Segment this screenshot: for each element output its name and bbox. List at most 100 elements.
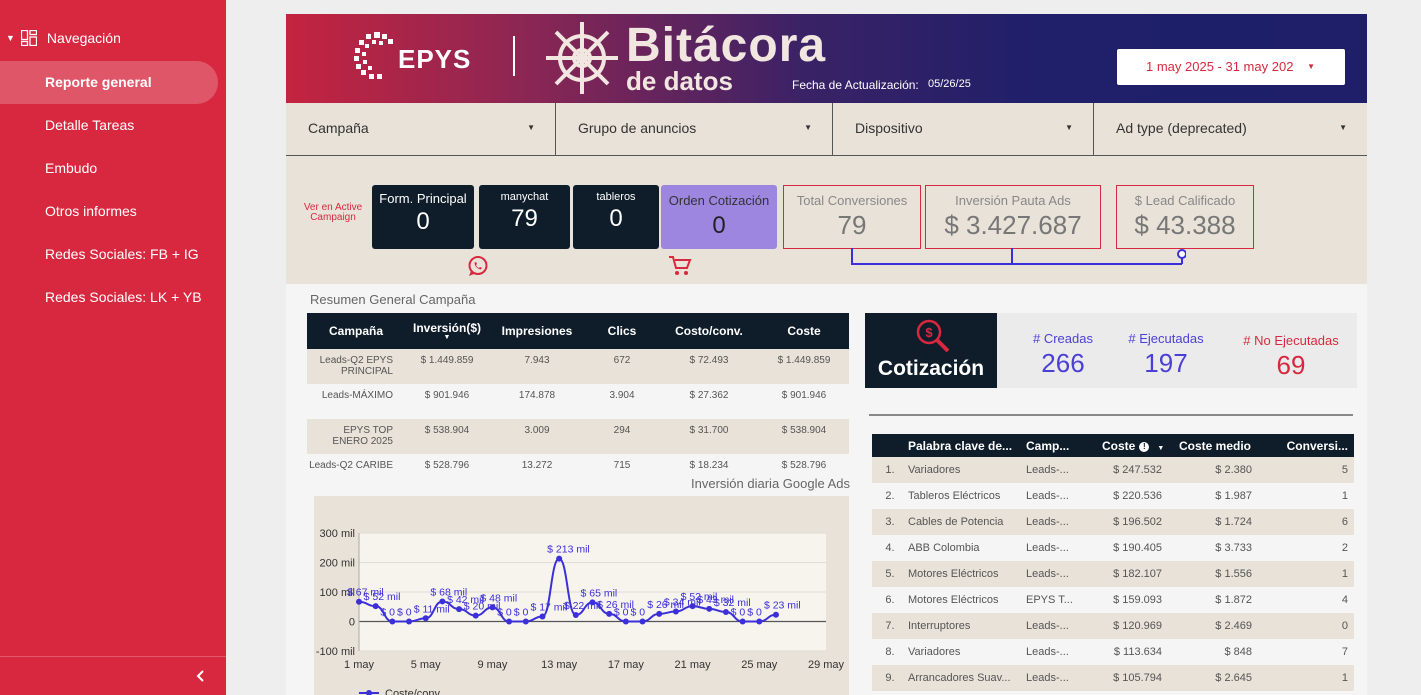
nav-item-embudo[interactable]: Embudo — [0, 147, 218, 190]
nav-item-otros-informes[interactable]: Otros informes — [0, 190, 218, 233]
cell: $ 538.904 — [405, 419, 489, 454]
cell-campaign: EPYS T... — [1022, 587, 1088, 613]
stat-label: # Creadas — [1033, 331, 1093, 346]
date-range-picker[interactable]: 1 may 2025 - 31 may 202 ▼ — [1117, 49, 1345, 85]
cell-cost: $ 113.634 — [1088, 639, 1168, 665]
col-header[interactable]: Costo/conv. — [659, 313, 759, 349]
col-header[interactable]: Impresiones — [489, 313, 585, 349]
cell: $ 901.946 — [405, 384, 489, 419]
filter-campana[interactable]: Campaña ▼ — [286, 103, 556, 156]
table-row: Leads-MÁXIMO $ 901.946 174.878 3.904 $ 2… — [307, 384, 849, 419]
col-header-sorted[interactable]: Inversión($) ▼ — [405, 313, 489, 349]
table-header-row: Palabra clave de... Camp... Coste! ▼ Cost… — [872, 434, 1354, 457]
cotizacion-header: $ Cotización — [865, 313, 997, 388]
campaign-summary-table: Campaña Inversión($) ▼ Impresiones Clics … — [307, 313, 849, 489]
stat-value: 69 — [1276, 350, 1306, 380]
col-header[interactable]: Clics — [585, 313, 659, 349]
col-header[interactable]: Conversi... — [1258, 434, 1354, 457]
sort-down-icon: ▼ — [1157, 444, 1165, 452]
data-point — [572, 612, 579, 619]
cell-conversions: 2 — [1258, 535, 1354, 561]
nav-header[interactable]: ▼ Navegación — [6, 30, 121, 46]
data-label: $ 0 — [614, 607, 629, 619]
cell-index: 1. — [872, 457, 904, 483]
kpi-total-conversiones: Total Conversiones 79 — [783, 185, 921, 249]
data-label: $ 23 mil — [764, 600, 801, 612]
cell-avg-cost: $ 1.987 — [1168, 483, 1258, 509]
col-header[interactable]: Palabra clave de... — [904, 434, 1022, 457]
cell-avg-cost: $ 1.872 — [1168, 587, 1258, 613]
data-point — [389, 618, 396, 625]
svg-text:$: $ — [925, 325, 933, 340]
cell-index: 8. — [872, 639, 904, 665]
data-label: $ 0 — [747, 607, 762, 619]
data-label: $ 11 mil — [414, 603, 450, 615]
nav-item-redes-lk-yb[interactable]: Redes Sociales: LK + YB — [0, 276, 218, 319]
report-canvas: EPYS Bitácora de datos Fecha de Actualiz… — [286, 14, 1367, 695]
table-row: 2. Tableros Eléctricos Leads-... $ 220.5… — [872, 483, 1354, 509]
table-row: 3. Cables de Potencia Leads-... $ 196.50… — [872, 509, 1354, 535]
cell-keyword: Arrancadores Suav... — [904, 665, 1022, 691]
col-header[interactable]: Camp... — [1022, 434, 1088, 457]
legend-label: Coste/conv. — [385, 688, 442, 695]
filter-dispositivo[interactable]: Dispositivo ▼ — [833, 103, 1094, 156]
keywords-table: Palabra clave de... Camp... Coste! ▼ Cost… — [872, 434, 1354, 691]
x-tick-label: 29 may — [808, 659, 845, 671]
kpi-orden-cotizacion: Orden Cotización 0 — [661, 185, 777, 249]
data-point — [539, 613, 546, 620]
cell-cost: $ 247.532 — [1088, 457, 1168, 483]
data-point — [656, 610, 663, 617]
data-label: $ 0 — [397, 607, 412, 619]
nav-item-detalle-tareas[interactable]: Detalle Tareas — [0, 104, 218, 147]
kpi-lead-calificado: $ Lead Calificado $ 43.388 — [1116, 185, 1254, 249]
col-header[interactable]: Coste medio — [1168, 434, 1258, 457]
col-header-label: Coste — [1102, 438, 1136, 453]
cell-avg-cost: $ 1.724 — [1168, 509, 1258, 535]
table-row: 9. Arrancadores Suav... Leads-... $ 105.… — [872, 665, 1354, 691]
col-header[interactable]: Campaña — [307, 313, 405, 349]
kpi-label: tableros — [596, 191, 636, 203]
cell-campaign: Leads-... — [1022, 613, 1088, 639]
cell: $ 72.493 — [659, 349, 759, 384]
cell-index: 6. — [872, 587, 904, 613]
banner-divider — [513, 36, 515, 76]
stat-label: # No Ejecutadas — [1243, 333, 1339, 348]
filter-label: Campaña — [308, 120, 369, 136]
cell-campaign: Leads-... — [1022, 535, 1088, 561]
cell-conversions: 7 — [1258, 639, 1354, 665]
cell-cost: $ 182.107 — [1088, 561, 1168, 587]
cell: 7.943 — [489, 349, 585, 384]
col-header-sorted[interactable]: Coste! ▼ — [1088, 434, 1168, 457]
filter-grupo-anuncios[interactable]: Grupo de anuncios ▼ — [556, 103, 833, 156]
info-icon: ! — [1139, 441, 1150, 452]
cell-avg-cost: $ 2.645 — [1168, 665, 1258, 691]
nav-header-label: Navegación — [46, 30, 121, 46]
cotizacion-title: Cotización — [877, 357, 985, 380]
stat-value: 266 — [1041, 348, 1085, 378]
cell-campaign: Leads-... — [1022, 561, 1088, 587]
chevron-left-icon[interactable] — [194, 669, 208, 683]
filter-label: Grupo de anuncios — [578, 120, 697, 136]
cell-campaign: Leads-... — [1022, 639, 1088, 665]
filter-ad-type[interactable]: Ad type (deprecated) ▼ — [1094, 103, 1367, 156]
cell: $ 1.449.859 — [759, 349, 849, 384]
chart-svg: 300 mil200 mil100 mil0-100 mil1 may 5 may… — [316, 528, 845, 695]
cell-keyword: Interruptores — [904, 613, 1022, 639]
data-label: $ 22 mil — [564, 600, 601, 612]
kpi-value: $ 43.388 — [1134, 210, 1236, 240]
cell-conversions: 1 — [1258, 665, 1354, 691]
data-label: $ 48 mil — [480, 592, 517, 604]
active-campaign-link[interactable]: Ver en Active Campaign — [302, 203, 364, 223]
nav-item-redes-fb-ig[interactable]: Redes Sociales: FB + IG — [0, 233, 218, 276]
chart-title: Inversión diaria Google Ads — [691, 476, 850, 491]
data-label: $ 17 mil — [530, 601, 567, 613]
data-point — [639, 618, 646, 625]
cell-avg-cost: $ 848 — [1168, 639, 1258, 665]
kpi-band: Ver en Active Campaign Form. Principal 0… — [286, 156, 1367, 284]
cell: $ 27.362 — [659, 384, 759, 419]
col-header[interactable]: Coste — [759, 313, 849, 349]
kpi-label: Form. Principal — [379, 191, 467, 206]
nav-item-reporte-general[interactable]: Reporte general — [0, 61, 218, 104]
cell: 174.878 — [489, 384, 585, 419]
cell-campaign: Leads-... — [1022, 457, 1088, 483]
